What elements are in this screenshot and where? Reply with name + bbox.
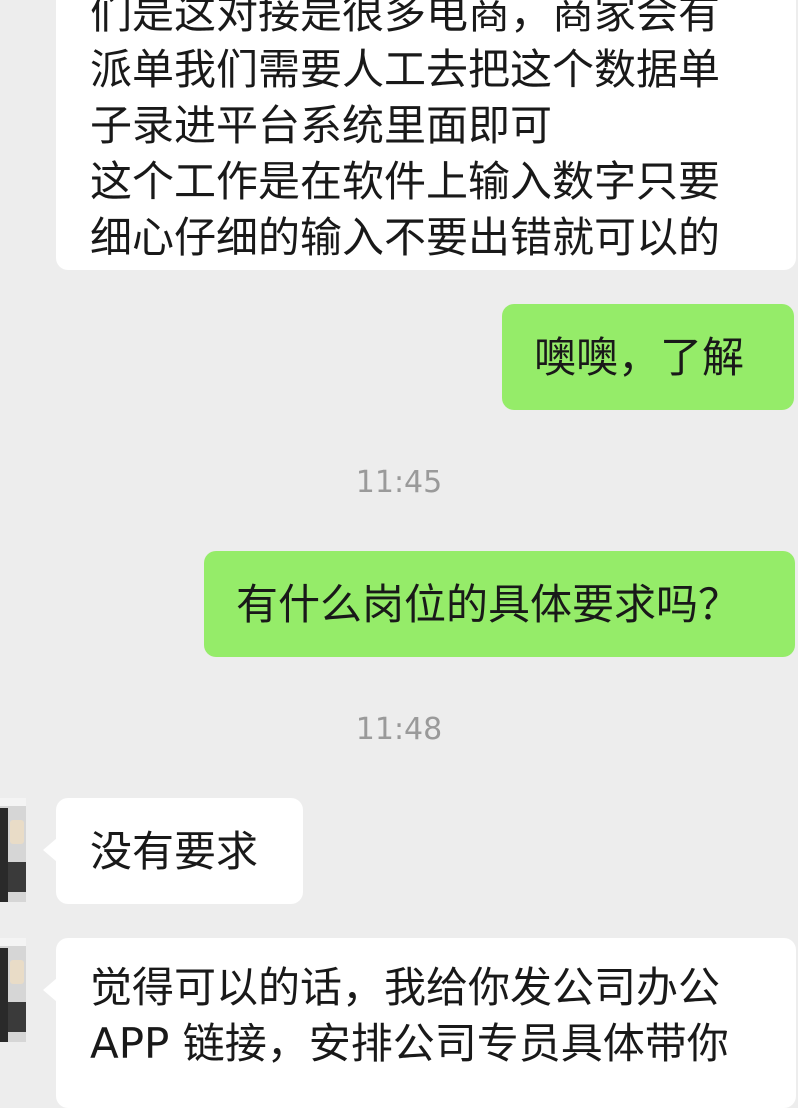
message-text: 没有要求 [90, 827, 259, 876]
bubble-tail-icon [43, 838, 57, 862]
message-line: 子录进平台系统里面即可 [90, 101, 553, 150]
received-message-bubble[interactable]: 觉得可以的话，我给你发公司办公 APP 链接，安排公司专员具体带你 [56, 938, 796, 1108]
message-line: 细心仔细的输入不要出错就可以的 [90, 213, 721, 262]
message-text: 有什么岗位的具体要求吗？ [236, 580, 741, 629]
received-message-bubble[interactable]: 们是这对接是很多电商，商家会有 派单我们需要人工去把这个数据单 子录进平台系统里… [56, 0, 796, 270]
message-line: APP 链接，安排公司专员具体带你 [90, 1019, 729, 1068]
message-line: 派单我们需要人工去把这个数据单 [90, 45, 721, 94]
message-timestamp: 11:45 [355, 465, 443, 500]
message-line: 觉得可以的话，我给你发公司办公 [90, 963, 721, 1012]
contact-avatar[interactable] [0, 938, 26, 1042]
message-line: 这个工作是在软件上输入数字只要 [90, 157, 721, 206]
contact-avatar[interactable] [0, 798, 26, 902]
message-line: 们是这对接是很多电商，商家会有 [90, 0, 721, 38]
sent-message-bubble[interactable]: 有什么岗位的具体要求吗？ [204, 551, 795, 657]
received-message-bubble[interactable]: 没有要求 [56, 798, 303, 904]
message-timestamp: 11:48 [355, 712, 443, 747]
message-text: 噢噢，了解 [534, 333, 745, 382]
sent-message-bubble[interactable]: 噢噢，了解 [502, 304, 794, 410]
bubble-tail-icon [43, 978, 57, 1002]
